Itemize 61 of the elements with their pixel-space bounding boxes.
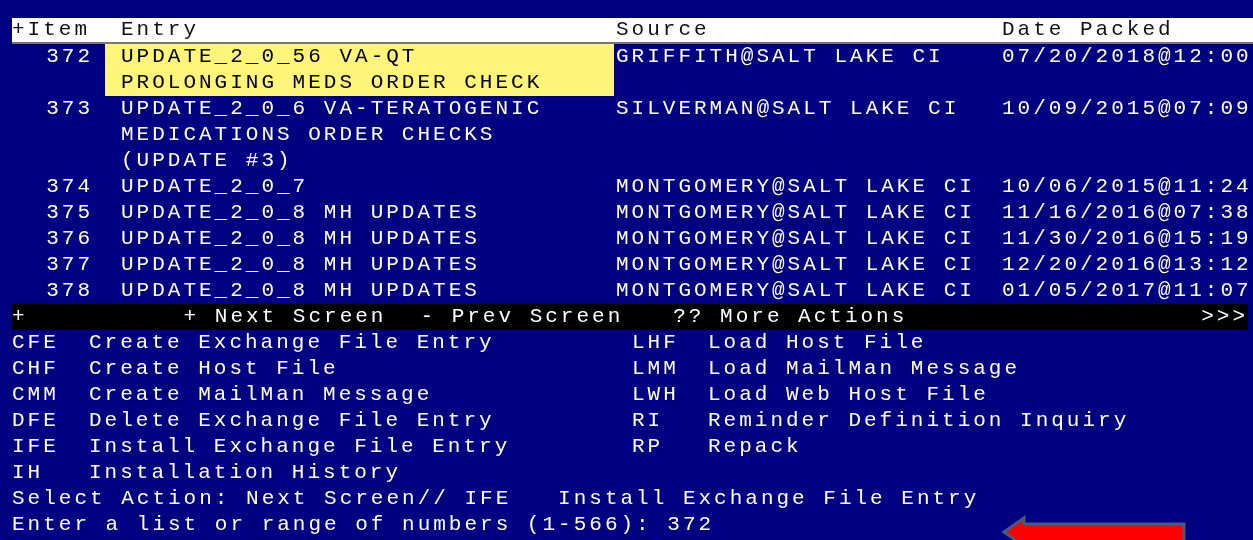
date-cell-text: 12/20/2016@13:12	[1001, 252, 1253, 278]
more-indicator: >>>	[1201, 304, 1248, 330]
action-code: CFE	[12, 330, 60, 356]
action-label: Delete Exchange File Entry	[89, 408, 496, 434]
prompt-line: Select Action: Next Screen// IFE Install Exchange File Entry	[12, 486, 980, 512]
action-label: Create MailMan Message	[89, 382, 434, 408]
entry-cell[interactable]: UPDATE_2_0_6 VA-TERATOGENIC MEDICATIONS ORDER CHECKS (UPDATE #3)	[105, 96, 614, 174]
column-header: +Item	[12, 18, 91, 42]
action-label: Repack	[708, 434, 803, 460]
entry-cell[interactable]: UPDATE_2_0_8 MH UPDATES	[105, 200, 614, 226]
action-code: IFE	[12, 434, 60, 460]
date-cell-text: 10/06/2015@11:24	[1001, 174, 1253, 200]
entry-cell[interactable]: UPDATE_2_0_7	[105, 174, 614, 200]
action-code: CMM	[12, 382, 60, 408]
action-code: LMM	[632, 356, 680, 382]
source-cell-text: MONTGOMERY@SALT LAKE CI	[615, 252, 976, 278]
source-cell-text: MONTGOMERY@SALT LAKE CI	[615, 200, 976, 226]
item-number: 375	[45, 200, 94, 226]
entry-cell[interactable]: UPDATE_2_0_56 VA-QT PROLONGING MEDS ORDER CHECK	[105, 44, 614, 96]
scroll-marker: +	[12, 304, 28, 330]
action-label: Load Web Host File	[708, 382, 990, 408]
action-label: Install Exchange File Entry	[89, 434, 512, 460]
action-label: Create Host File	[89, 356, 340, 382]
column-header: Source	[615, 18, 711, 42]
item-number: 374	[45, 174, 94, 200]
action-code: DFE	[12, 408, 60, 434]
column-header: Date Packed	[1001, 18, 1175, 42]
date-cell-text: 01/05/2017@11:07	[1001, 278, 1253, 304]
source-cell-text: GRIFFITH@SALT LAKE CI	[615, 44, 945, 70]
source-cell-text: MONTGOMERY@SALT LAKE CI	[615, 226, 976, 252]
action-label: Reminder Definition Inquiry	[708, 408, 1131, 434]
action-hint: ?? More Actions	[673, 304, 908, 330]
action-label: Load Host File	[708, 330, 928, 356]
action-label: Load MailMan Message	[708, 356, 1022, 382]
date-cell-text: 10/09/2015@07:09	[1001, 96, 1253, 122]
item-number: 376	[45, 226, 94, 252]
source-cell-text: SILVERMAN@SALT LAKE CI	[615, 96, 961, 122]
action-label: Installation History	[89, 460, 403, 486]
prompt-line: Enter a list or range of numbers (1-566): 372	[12, 512, 715, 538]
action-hint: - Prev Screen	[420, 304, 624, 330]
date-cell-text: 07/20/2018@12:00	[1001, 44, 1253, 70]
action-code: CHF	[12, 356, 60, 382]
action-code: RI	[632, 408, 665, 434]
entry-cell[interactable]: UPDATE_2_0_8 MH UPDATES	[105, 226, 614, 252]
date-cell-text: 11/30/2016@15:19	[1001, 226, 1253, 252]
action-code: IH	[12, 460, 45, 486]
column-header: Entry	[120, 18, 200, 42]
action-label: Create Exchange File Entry	[89, 330, 496, 356]
item-number: 372	[45, 44, 94, 70]
entry-cell[interactable]: UPDATE_2_0_8 MH UPDATES	[105, 278, 614, 304]
entry-cell[interactable]: UPDATE_2_0_8 MH UPDATES	[105, 252, 614, 278]
action-code: LWH	[632, 382, 680, 408]
action-hint: + Next Screen	[183, 304, 387, 330]
date-cell-text: 11/16/2016@07:38	[1001, 200, 1253, 226]
source-cell-text: MONTGOMERY@SALT LAKE CI	[615, 174, 976, 200]
action-code: LHF	[632, 330, 680, 356]
item-number: 377	[45, 252, 94, 278]
source-cell-text: MONTGOMERY@SALT LAKE CI	[615, 278, 976, 304]
item-number: 373	[45, 96, 94, 122]
item-number: 378	[45, 278, 94, 304]
action-code: RP	[632, 434, 665, 460]
